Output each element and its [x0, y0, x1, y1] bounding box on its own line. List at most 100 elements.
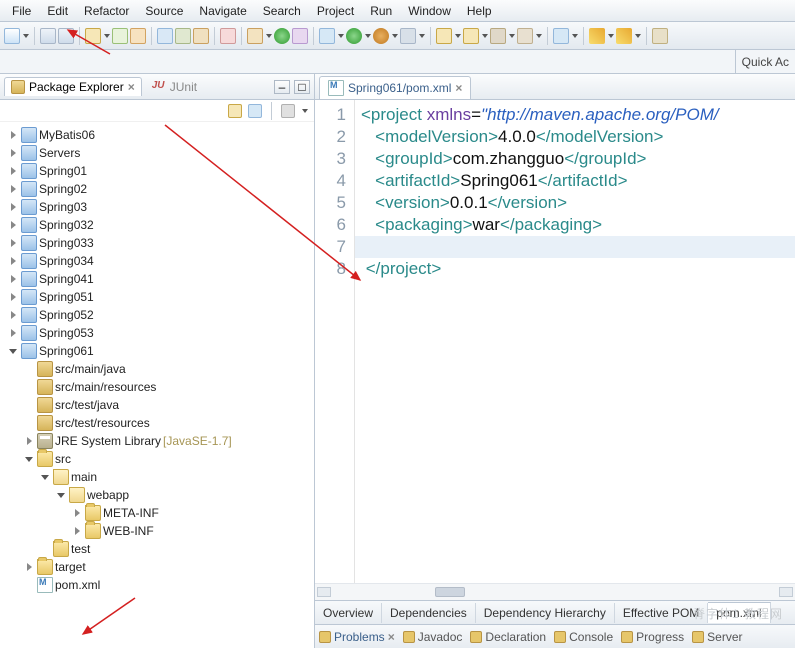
save-all-icon[interactable]: [58, 28, 74, 44]
save-icon[interactable]: [40, 28, 56, 44]
menu-navigate[interactable]: Navigate: [191, 2, 254, 20]
tree-item[interactable]: Spring03: [6, 199, 314, 215]
horizontal-scrollbar[interactable]: [315, 583, 795, 600]
tree-item[interactable]: Spring052: [6, 307, 314, 323]
scroll-left-icon[interactable]: [317, 587, 331, 597]
tab-package-explorer[interactable]: Package Explorer ×: [4, 77, 142, 96]
chevron-down-icon[interactable]: [24, 454, 35, 465]
tree-item[interactable]: test: [6, 541, 314, 557]
coverage-icon[interactable]: [292, 28, 308, 44]
chevron-right-icon[interactable]: [8, 256, 19, 267]
new-java-project-icon[interactable]: [436, 28, 452, 44]
code-line[interactable]: <artifactId>Spring061</artifactId>: [361, 170, 795, 192]
menu-refactor[interactable]: Refactor: [76, 2, 137, 20]
search-icon[interactable]: [157, 28, 173, 44]
view-console[interactable]: Console: [554, 630, 613, 644]
pom-tab-dependencies[interactable]: Dependencies: [382, 603, 476, 623]
tree-item[interactable]: Spring053: [6, 325, 314, 341]
build-icon[interactable]: [247, 28, 263, 44]
chevron-down-icon[interactable]: [40, 472, 51, 483]
new-file-icon[interactable]: [517, 28, 533, 44]
pom-tab-overview[interactable]: Overview: [315, 603, 382, 623]
run-last-icon[interactable]: [274, 28, 290, 44]
collapse-all-icon[interactable]: [228, 104, 242, 118]
tree-item[interactable]: MyBatis06: [6, 127, 314, 143]
tree-item[interactable]: Servers: [6, 145, 314, 161]
pin-icon[interactable]: [652, 28, 668, 44]
chevron-right-icon[interactable]: [8, 148, 19, 159]
annotation-icon[interactable]: [193, 28, 209, 44]
run-icon[interactable]: [346, 28, 362, 44]
tree-item[interactable]: webapp: [6, 487, 314, 503]
view-server[interactable]: Server: [692, 630, 742, 644]
tree-item[interactable]: src/main/resources: [6, 379, 314, 395]
tab-junit[interactable]: JU JUnit: [146, 78, 203, 96]
scroll-thumb[interactable]: [435, 587, 465, 597]
close-icon[interactable]: ×: [455, 81, 462, 95]
chevron-right-icon[interactable]: [8, 274, 19, 285]
open-resource-icon[interactable]: [553, 28, 569, 44]
run-server-icon[interactable]: [400, 28, 416, 44]
new-project-icon[interactable]: [463, 28, 479, 44]
quick-access[interactable]: Quick Ac: [735, 50, 795, 73]
run-external-icon[interactable]: [373, 28, 389, 44]
tree-item[interactable]: Spring033: [6, 235, 314, 251]
new-package-icon[interactable]: [112, 28, 128, 44]
project-tree[interactable]: MyBatis06 Servers Spring01 Spring02 Spri…: [0, 122, 314, 648]
view-declaration[interactable]: Declaration: [470, 630, 546, 644]
tree-item[interactable]: Spring051: [6, 289, 314, 305]
chevron-right-icon[interactable]: [8, 238, 19, 249]
tree-item[interactable]: src/main/java: [6, 361, 314, 377]
view-progress[interactable]: Progress: [621, 630, 684, 644]
skip-breakpoints-icon[interactable]: [220, 28, 236, 44]
tree-item[interactable]: src: [6, 451, 314, 467]
view-menu-icon[interactable]: [302, 109, 308, 113]
code-line[interactable]: <version>0.0.1</version>: [361, 192, 795, 214]
menu-source[interactable]: Source: [137, 2, 191, 20]
chevron-right-icon[interactable]: [8, 328, 19, 339]
filters-icon[interactable]: [281, 104, 295, 118]
back-icon[interactable]: [589, 28, 605, 44]
menu-run[interactable]: Run: [362, 2, 400, 20]
new-folder-icon[interactable]: [490, 28, 506, 44]
chevron-right-icon[interactable]: [8, 220, 19, 231]
code-line[interactable]: </project>: [361, 258, 795, 280]
pom-tab-dependency-hierarchy[interactable]: Dependency Hierarchy: [476, 603, 615, 623]
chevron-right-icon[interactable]: [8, 184, 19, 195]
tree-item[interactable]: Spring02: [6, 181, 314, 197]
close-icon[interactable]: ×: [388, 630, 395, 644]
menu-window[interactable]: Window: [400, 2, 459, 20]
chevron-right-icon[interactable]: [8, 166, 19, 177]
close-icon[interactable]: ×: [128, 80, 135, 94]
open-task-icon[interactable]: [130, 28, 146, 44]
menu-search[interactable]: Search: [255, 2, 309, 20]
tree-item[interactable]: JRE System Library [JavaSE-1.7]: [6, 433, 314, 449]
chevron-right-icon[interactable]: [8, 310, 19, 321]
toggle-icon[interactable]: [175, 28, 191, 44]
forward-icon[interactable]: [616, 28, 632, 44]
menu-edit[interactable]: Edit: [39, 2, 76, 20]
maximize-view-icon[interactable]: □: [294, 80, 310, 94]
view-javadoc[interactable]: Javadoc: [403, 630, 463, 644]
scroll-right-icon[interactable]: [779, 587, 793, 597]
open-type-icon[interactable]: [85, 28, 101, 44]
tree-item[interactable]: Spring034: [6, 253, 314, 269]
tree-item[interactable]: src/test/java: [6, 397, 314, 413]
tree-item[interactable]: target: [6, 559, 314, 575]
menu-help[interactable]: Help: [459, 2, 500, 20]
minimize-view-icon[interactable]: –: [274, 80, 290, 94]
editor-tab[interactable]: Spring061/pom.xml ×: [319, 76, 471, 99]
code-line[interactable]: <modelVersion>4.0.0</modelVersion>: [361, 126, 795, 148]
code-line[interactable]: <groupId>com.zhangguo</groupId>: [361, 148, 795, 170]
tree-item[interactable]: Spring01: [6, 163, 314, 179]
chevron-right-icon[interactable]: [8, 202, 19, 213]
code-line[interactable]: <packaging>war</packaging>: [361, 214, 795, 236]
chevron-right-icon[interactable]: [8, 130, 19, 141]
tree-item[interactable]: META-INF: [6, 505, 314, 521]
chevron-down-icon[interactable]: [56, 490, 67, 501]
tree-item[interactable]: Spring041: [6, 271, 314, 287]
link-editor-icon[interactable]: [248, 104, 262, 118]
new-icon[interactable]: [4, 28, 20, 44]
code-line[interactable]: <project xmlns="http://maven.apache.org/…: [361, 104, 795, 126]
tree-item[interactable]: src/test/resources: [6, 415, 314, 431]
